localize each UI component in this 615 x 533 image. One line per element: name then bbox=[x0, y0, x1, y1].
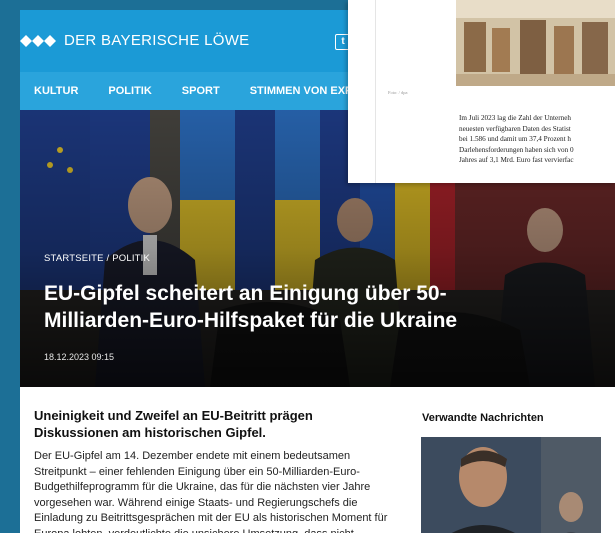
overlay-line: Darlehensforderungen haben sich von 0 bbox=[459, 145, 574, 154]
article-headline: EU-Gipfel scheitert an Einigung über 50-… bbox=[44, 282, 458, 332]
site-logo[interactable]: DER BAYERISCHE LÖWE bbox=[20, 32, 249, 49]
overlay-line: neuesten verfügbaren Daten des Statist bbox=[459, 124, 571, 133]
site-title: DER BAYERISCHE LÖWE bbox=[64, 32, 250, 49]
nav-item-kultur[interactable]: KULTUR bbox=[34, 85, 78, 97]
overlay-photo bbox=[456, 0, 615, 86]
nav-item-sport[interactable]: SPORT bbox=[182, 85, 220, 97]
overlay-line: bei 1.586 und damit um 37,4 Prozent h bbox=[459, 135, 571, 143]
overlay-document-window[interactable]: Foto: / dpa Im Juli 2023 lag die Zahl de… bbox=[348, 0, 615, 183]
related-news-title: Verwandte Nachrichten bbox=[422, 412, 544, 424]
nav-item-politik[interactable]: POLITIK bbox=[108, 85, 151, 97]
overlay-line: Im Juli 2023 lag die Zahl der Unterneh bbox=[459, 114, 571, 122]
overlay-text: Im Juli 2023 lag die Zahl der Unterneh n… bbox=[459, 113, 615, 166]
related-news-photo bbox=[421, 437, 601, 533]
diamond-logo-icon bbox=[20, 34, 56, 47]
article-body: Der EU-Gipfel am 14. Dezember endete mit… bbox=[34, 450, 388, 533]
article-date: 18.12.2023 09:15 bbox=[44, 352, 115, 362]
related-news-thumbnail[interactable] bbox=[421, 437, 601, 533]
divider bbox=[375, 0, 376, 183]
photo-credit: Foto: / dpa bbox=[388, 90, 408, 95]
article-lead: Uneinigkeit und Zweifel an EU-Beitritt p… bbox=[34, 408, 313, 440]
nav-item-stimmen[interactable]: STIMMEN VON EXPE bbox=[250, 85, 360, 97]
store-photo bbox=[456, 0, 615, 86]
overlay-line: Jahres auf 3,1 Mrd. Euro fast vervierfac bbox=[459, 156, 574, 164]
breadcrumb[interactable]: STARTSEITE / POLITIK bbox=[44, 253, 150, 264]
